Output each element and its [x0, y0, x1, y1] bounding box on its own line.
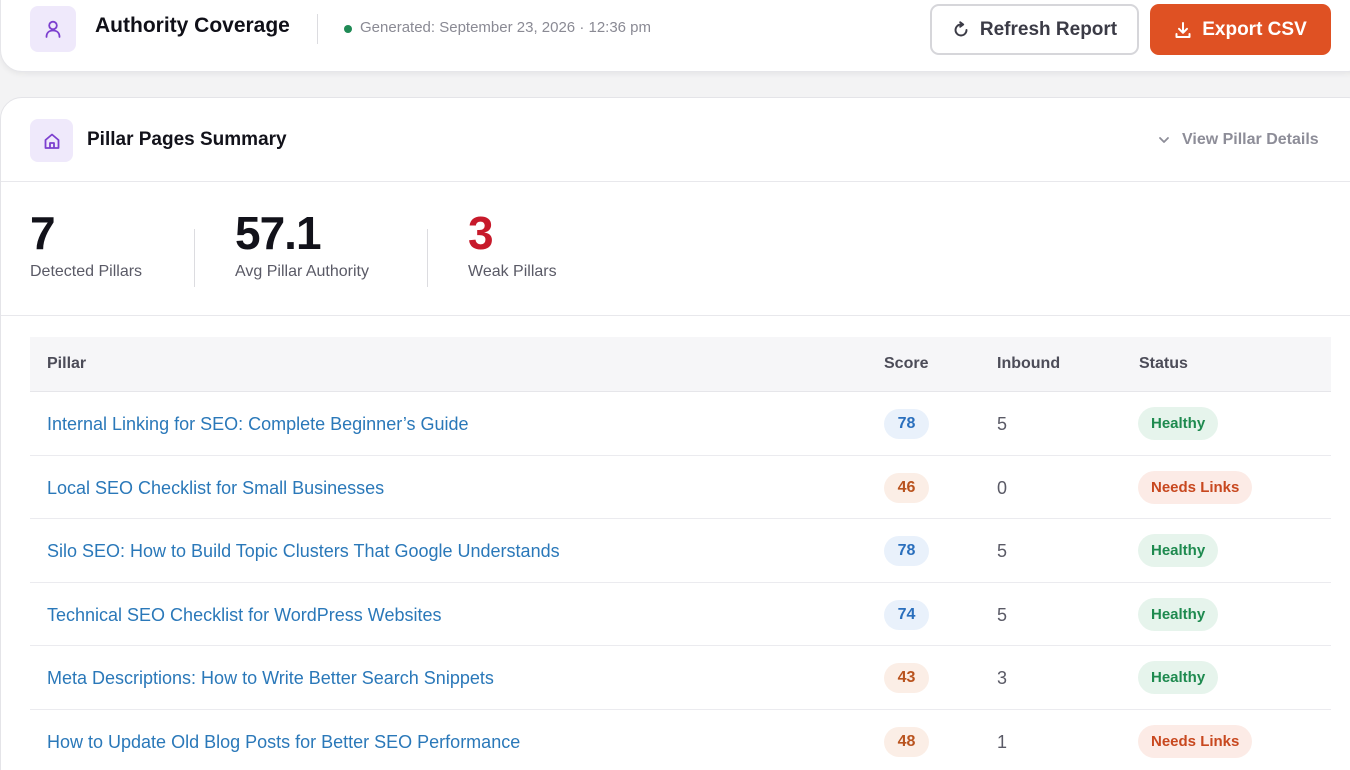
- stat-label: Weak Pillars: [468, 263, 557, 280]
- stat-detected-pillars: 7 Detected Pillars: [30, 210, 142, 281]
- stat-value: 7: [30, 207, 56, 259]
- status-badge: Healthy: [1138, 407, 1219, 440]
- pillar-link[interactable]: Internal Linking for SEO: Complete Begin…: [47, 414, 469, 435]
- column-header-score[interactable]: Score: [884, 355, 928, 373]
- stat-label: Detected Pillars: [30, 263, 143, 280]
- status-badge: Needs Links: [1138, 724, 1253, 758]
- stats-row: 7 Detected Pillars 57.1 Avg Pillar Autho…: [1, 182, 1350, 316]
- inbound-count: 0: [997, 477, 1008, 498]
- table-row: Internal Linking for SEO: Complete Begin…: [30, 392, 1331, 456]
- score-badge: 43: [884, 663, 929, 693]
- pillars-table: Pillar Score Inbound Status Internal Lin…: [30, 337, 1331, 770]
- user-icon: [30, 6, 76, 52]
- details-link-label: View Pillar Details: [1182, 131, 1319, 148]
- stat-label: Avg Pillar Authority: [235, 263, 369, 280]
- status-badge: Healthy: [1138, 597, 1219, 631]
- table-row: Meta Descriptions: How to Write Better S…: [30, 646, 1331, 710]
- table-row: Local SEO Checklist for Small Businesses…: [30, 456, 1331, 519]
- column-header-pillar[interactable]: Pillar: [47, 355, 86, 373]
- stat-value: 57.1: [235, 207, 322, 259]
- score-badge: 48: [884, 726, 929, 757]
- home-icon: [30, 119, 73, 162]
- refresh-icon: [954, 20, 968, 36]
- inbound-count: 5: [997, 604, 1008, 625]
- download-icon: [1175, 21, 1191, 38]
- pillar-link[interactable]: Technical SEO Checklist for WordPress We…: [47, 605, 441, 626]
- status-badge: Needs Links: [1138, 470, 1253, 504]
- stat-value: 3: [468, 207, 494, 259]
- score-badge: 78: [884, 409, 929, 439]
- inbound-count: 1: [997, 731, 1008, 752]
- pillar-link[interactable]: Silo SEO: How to Build Topic Clusters Th…: [47, 541, 560, 562]
- app-title: Authority Coverage: [95, 14, 290, 37]
- status-dot: [344, 25, 352, 33]
- score-badge: 74: [884, 599, 929, 630]
- inbound-count: 5: [997, 541, 1008, 561]
- pillar-summary-card: Pillar Pages Summary View Pillar Details…: [0, 97, 1350, 770]
- table-row: How to Update Old Blog Posts for Better …: [30, 710, 1331, 770]
- column-header-status[interactable]: Status: [1139, 355, 1188, 373]
- refresh-report-button[interactable]: Refresh Report: [930, 4, 1139, 55]
- table-body: Internal Linking for SEO: Complete Begin…: [30, 392, 1331, 770]
- status-badge: Healthy: [1138, 661, 1219, 694]
- stat-divider: [194, 229, 195, 287]
- table-row: Silo SEO: How to Build Topic Clusters Th…: [30, 519, 1331, 583]
- score-badge: 78: [884, 536, 929, 566]
- generated-timestamp: Generated: September 23, 2026 · 12:36 pm: [360, 19, 652, 36]
- export-label: Export CSV: [1202, 18, 1307, 40]
- view-pillar-details-link[interactable]: View Pillar Details: [1158, 131, 1319, 149]
- card-header: Pillar Pages Summary View Pillar Details: [1, 98, 1350, 182]
- table-header: Pillar Score Inbound Status: [30, 337, 1331, 392]
- inbound-count: 5: [997, 414, 1008, 434]
- chevron-down-icon: [1159, 137, 1169, 143]
- inbound-count: 3: [997, 668, 1008, 688]
- card-title: Pillar Pages Summary: [87, 129, 287, 150]
- pillar-link[interactable]: Local SEO Checklist for Small Businesses: [47, 478, 384, 499]
- header-divider: [317, 14, 318, 44]
- stat-avg-authority: 57.1 Avg Pillar Authority: [235, 210, 369, 281]
- column-header-inbound[interactable]: Inbound: [997, 355, 1060, 373]
- stat-weak-pillars: 3 Weak Pillars: [468, 210, 557, 281]
- status-badge: Healthy: [1138, 534, 1219, 567]
- export-csv-button[interactable]: Export CSV: [1150, 4, 1331, 55]
- stat-divider: [427, 229, 428, 287]
- refresh-label: Refresh Report: [979, 18, 1118, 40]
- top-header: Authority Coverage Generated: September …: [0, 0, 1350, 72]
- pillar-link[interactable]: Meta Descriptions: How to Write Better S…: [47, 668, 494, 689]
- table-row: Technical SEO Checklist for WordPress We…: [30, 583, 1331, 646]
- pillar-link[interactable]: How to Update Old Blog Posts for Better …: [47, 732, 520, 753]
- score-badge: 46: [884, 472, 929, 503]
